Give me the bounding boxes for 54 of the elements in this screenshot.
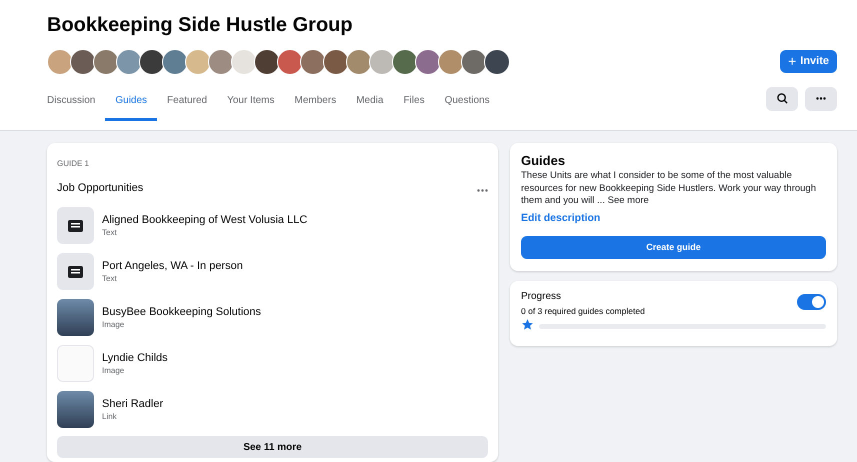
item-title[interactable]: Aligned Bookkeeping of West Volusia LLC [102, 214, 308, 226]
item-type: Link [102, 412, 118, 421]
tab[interactable]: Featured [157, 82, 218, 121]
card-title: Guides [521, 153, 566, 168]
search-button[interactable] [766, 86, 798, 110]
guide-title: Job Opportunities [57, 182, 144, 194]
member-avatar[interactable] [139, 49, 165, 75]
guide-number: GUIDE 1 [57, 159, 90, 168]
guides-description: These Units are what I consider to be some of the most valuable resources for new Bookkeeping Side Hustlers. Work your way through them and you will ... See more [521, 170, 817, 208]
tab[interactable]: Your Items [217, 82, 285, 121]
star-icon [521, 318, 534, 330]
more-icon[interactable] [477, 189, 488, 192]
tab[interactable]: Discussion [37, 82, 106, 121]
item-type: Text [102, 228, 118, 237]
member-avatar[interactable] [70, 49, 96, 75]
tab[interactable]: Questions [434, 82, 500, 121]
tab[interactable]: Media [346, 82, 394, 121]
item-type: Text [102, 274, 118, 283]
member-avatar[interactable] [438, 49, 464, 75]
member-avatar[interactable] [323, 49, 349, 75]
item-title[interactable]: Lyndie Childs [102, 352, 168, 364]
see-more-link[interactable]: See more [608, 195, 649, 206]
note-icon [68, 266, 83, 278]
item-type: Image [102, 320, 126, 329]
item-title[interactable]: Port Angeles, WA - In person [102, 260, 243, 272]
item-title[interactable]: Sheri Radler [102, 398, 164, 410]
member-avatar[interactable] [392, 49, 418, 75]
invite-button[interactable]: + Invite [780, 50, 837, 72]
member-avatar[interactable] [484, 49, 510, 75]
member-avatar[interactable] [461, 49, 487, 75]
photo-placeholder [57, 299, 94, 336]
member-avatar[interactable] [254, 49, 280, 75]
member-avatar[interactable] [116, 49, 142, 75]
search-icon [776, 93, 788, 104]
member-avatar[interactable] [369, 49, 395, 75]
more-icon [816, 97, 826, 100]
member-avatar[interactable] [231, 49, 257, 75]
member-avatar[interactable] [47, 49, 73, 75]
member-avatar[interactable] [300, 49, 326, 75]
photo-placeholder [57, 391, 94, 428]
item-type: Image [102, 366, 126, 375]
tab[interactable]: Members [284, 82, 346, 121]
photo-placeholder [57, 345, 94, 382]
progress-summary: 0 of 3 required guides completed [521, 306, 645, 316]
progress-title: Progress [521, 290, 562, 302]
tab[interactable]: Guides [105, 82, 158, 121]
edit-description-link[interactable]: Edit description [521, 212, 600, 224]
toggle-switch[interactable] [797, 294, 826, 310]
group-title: Bookkeeping Side Hustle Group [47, 13, 354, 36]
create-guide-button[interactable]: Create guide [521, 236, 826, 258]
tab[interactable]: Files [393, 82, 435, 121]
note-icon [68, 220, 83, 232]
see-more-button[interactable]: See 11 more [57, 436, 488, 458]
item-title[interactable]: BusyBee Bookkeeping Solutions [102, 306, 261, 318]
